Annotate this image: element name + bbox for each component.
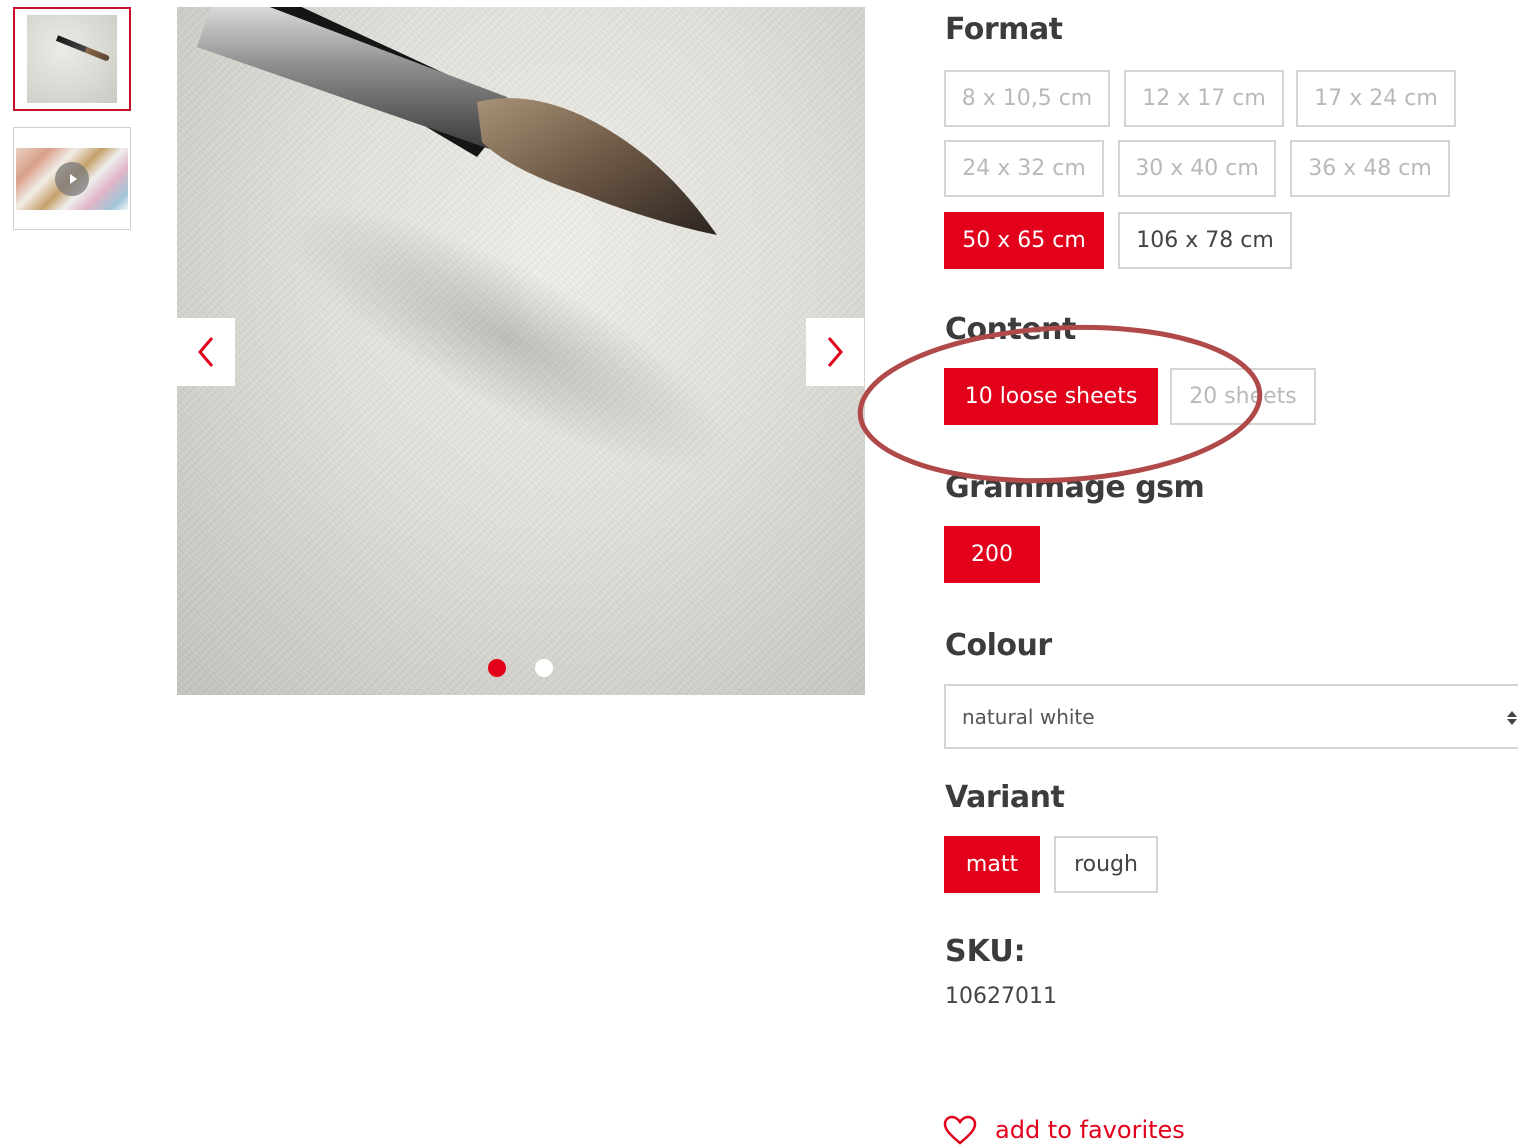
- chevron-right-icon: [827, 337, 843, 367]
- brush-thumbnail-shape: [55, 35, 111, 62]
- paper-brush-thumbnail-image: [27, 15, 117, 103]
- variant-option-matt[interactable]: matt: [944, 836, 1040, 893]
- paintbrush-image: [197, 7, 731, 470]
- gallery-dot-2[interactable]: [535, 659, 553, 677]
- variant-option-rough[interactable]: rough: [1054, 836, 1158, 893]
- format-option-12x17[interactable]: 12 x 17 cm: [1124, 70, 1284, 127]
- main-product-image: [177, 7, 865, 695]
- product-page: Format 8 x 10,5 cm 12 x 17 cm 17 x 24 cm…: [0, 0, 1518, 1146]
- variant-title: Variant: [945, 780, 1065, 815]
- format-option-36x48[interactable]: 36 x 48 cm: [1290, 140, 1450, 197]
- content-option-10-loose-sheets[interactable]: 10 loose sheets: [944, 368, 1158, 425]
- heart-icon: [943, 1115, 977, 1145]
- add-to-favorites-label: add to favorites: [995, 1116, 1185, 1144]
- gallery-dot-1[interactable]: [488, 659, 506, 677]
- sku-label: SKU:: [945, 934, 1026, 969]
- format-title: Format: [945, 12, 1063, 47]
- grammage-title: Grammage gsm: [945, 470, 1205, 505]
- add-to-favorites-link[interactable]: add to favorites: [943, 1115, 1185, 1145]
- format-option-17x24[interactable]: 17 x 24 cm: [1296, 70, 1456, 127]
- format-option-30x40[interactable]: 30 x 40 cm: [1118, 140, 1276, 197]
- thumbnail-paper[interactable]: [13, 7, 131, 111]
- video-thumbnail-image: [16, 147, 128, 210]
- thumbnail-video[interactable]: [13, 127, 131, 230]
- format-option-106x78[interactable]: 106 x 78 cm: [1118, 212, 1292, 269]
- content-title: Content: [945, 312, 1076, 347]
- format-option-24x32[interactable]: 24 x 32 cm: [944, 140, 1104, 197]
- format-option-8x10-5[interactable]: 8 x 10,5 cm: [944, 70, 1110, 127]
- colour-select[interactable]: natural white: [944, 684, 1518, 749]
- play-icon: [55, 161, 89, 196]
- format-option-50x65[interactable]: 50 x 65 cm: [944, 212, 1104, 269]
- colour-title: Colour: [945, 628, 1052, 663]
- sku-value: 10627011: [945, 984, 1057, 1009]
- gallery-prev-button[interactable]: [177, 318, 235, 386]
- content-option-20-sheets[interactable]: 20 sheets: [1170, 368, 1316, 425]
- chevron-left-icon: [198, 337, 214, 367]
- grammage-option-200[interactable]: 200: [944, 526, 1040, 583]
- gallery-next-button[interactable]: [806, 318, 864, 386]
- select-arrows-icon: [1507, 711, 1517, 725]
- colour-select-value: natural white: [962, 704, 1095, 729]
